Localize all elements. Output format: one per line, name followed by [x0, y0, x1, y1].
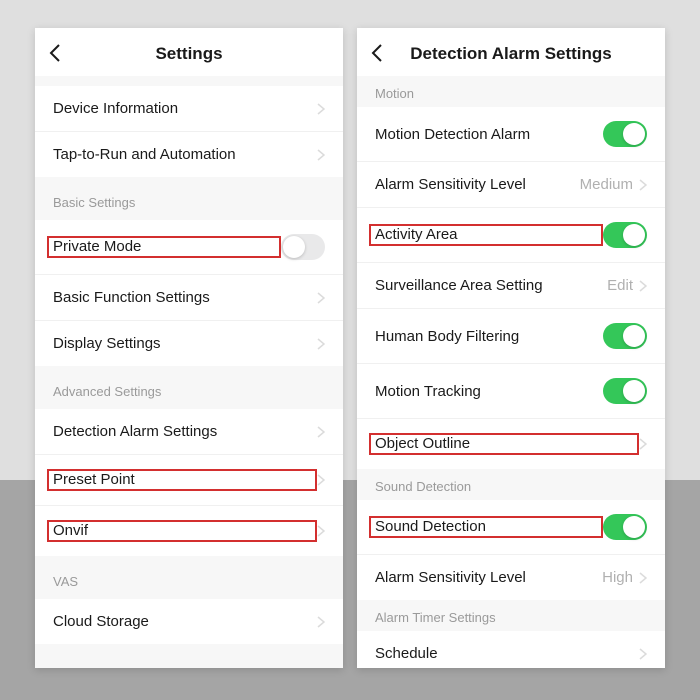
chevron-right-icon [317, 474, 325, 486]
chevron-right-icon [317, 426, 325, 438]
spacer [35, 76, 343, 86]
settings-row[interactable]: Sound Detection [357, 500, 665, 555]
settings-group: Device Information Tap-to-Run and Automat… [35, 86, 343, 177]
row-label: Tap-to-Run and Automation [53, 146, 317, 163]
row-label: Private Mode [47, 236, 281, 258]
section-header: VAS [35, 556, 343, 599]
row-label: Motion Tracking [375, 383, 603, 400]
row-label: Display Settings [53, 335, 317, 352]
row-label: Alarm Sensitivity Level [375, 176, 580, 193]
settings-row[interactable]: Human Body Filtering [357, 309, 665, 364]
row-label: Surveillance Area Setting [375, 277, 607, 294]
section-header: Alarm Timer Settings [357, 600, 665, 631]
row-value: Edit [607, 277, 633, 294]
settings-row[interactable]: Motion Tracking [357, 364, 665, 419]
settings-row[interactable]: Cloud Storage [35, 599, 343, 644]
settings-row[interactable]: Basic Function Settings [35, 275, 343, 321]
settings-row[interactable]: Object Outline [357, 419, 665, 469]
chevron-right-icon [317, 292, 325, 304]
settings-row[interactable]: Onvif [35, 506, 343, 556]
chevron-right-icon [639, 179, 647, 191]
settings-row[interactable]: Device Information [35, 86, 343, 132]
settings-row[interactable]: Alarm Sensitivity LevelHigh [357, 555, 665, 600]
page-title: Detection Alarm Settings [371, 44, 651, 64]
row-label: Human Body Filtering [375, 328, 603, 345]
row-value: High [602, 569, 633, 586]
chevron-right-icon [317, 149, 325, 161]
settings-row[interactable]: Preset Point [35, 455, 343, 506]
toggle-switch[interactable] [281, 234, 325, 260]
settings-row[interactable]: Surveillance Area SettingEdit [357, 263, 665, 309]
row-label: Schedule [375, 645, 639, 662]
chevron-right-icon [317, 525, 325, 537]
settings-screen: Settings Device Information Tap-to-Run an… [35, 28, 343, 668]
toggle-switch[interactable] [603, 514, 647, 540]
settings-row[interactable]: Detection Alarm Settings [35, 409, 343, 455]
settings-row[interactable]: Tap-to-Run and Automation [35, 132, 343, 177]
row-label: Onvif [47, 520, 317, 542]
settings-row[interactable]: Activity Area [357, 208, 665, 263]
section-header: Advanced Settings [35, 366, 343, 409]
toggle-switch[interactable] [603, 378, 647, 404]
section-header: Sound Detection [357, 469, 665, 500]
settings-row[interactable]: Schedule [357, 631, 665, 668]
settings-row[interactable]: Alarm Sensitivity LevelMedium [357, 162, 665, 208]
toggle-switch[interactable] [603, 222, 647, 248]
settings-group: Sound Detection Alarm Sensitivity LevelHi… [357, 500, 665, 600]
header: Settings [35, 28, 343, 76]
section-header: Motion [357, 76, 665, 107]
settings-group: Cloud Storage [35, 599, 343, 644]
row-label: Object Outline [369, 433, 639, 455]
detection-alarm-screen: Detection Alarm Settings MotionMotion De… [357, 28, 665, 668]
row-label: Preset Point [47, 469, 317, 491]
settings-body-right: Motion Motion Detection Alarm Alarm Sensit… [357, 76, 665, 668]
chevron-right-icon [317, 338, 325, 350]
chevron-right-icon [639, 572, 647, 584]
settings-group: Motion Detection Alarm Alarm Sensitivity … [357, 107, 665, 469]
chevron-right-icon [639, 648, 647, 660]
chevron-right-icon [639, 280, 647, 292]
chevron-right-icon [317, 103, 325, 115]
row-label: Motion Detection Alarm [375, 126, 603, 143]
row-label: Sound Detection [369, 516, 603, 538]
row-label: Alarm Sensitivity Level [375, 569, 602, 586]
settings-group: Detection Alarm Settings Preset Point Onvi… [35, 409, 343, 556]
chevron-right-icon [639, 438, 647, 450]
settings-body-left: Device Information Tap-to-Run and Automat… [35, 76, 343, 668]
settings-group: Schedule [357, 631, 665, 668]
settings-row[interactable]: Display Settings [35, 321, 343, 366]
row-label: Device Information [53, 100, 317, 117]
row-label: Basic Function Settings [53, 289, 317, 306]
settings-row[interactable]: Motion Detection Alarm [357, 107, 665, 162]
back-button[interactable] [371, 44, 383, 62]
back-button[interactable] [49, 44, 61, 62]
toggle-switch[interactable] [603, 323, 647, 349]
settings-row[interactable]: Private Mode [35, 220, 343, 275]
section-header: Basic Settings [35, 177, 343, 220]
row-label: Detection Alarm Settings [53, 423, 317, 440]
row-label: Activity Area [369, 224, 603, 246]
header: Detection Alarm Settings [357, 28, 665, 76]
settings-group: Private Mode Basic Function Settings Displ… [35, 220, 343, 366]
row-label: Cloud Storage [53, 613, 317, 630]
chevron-right-icon [317, 616, 325, 628]
page-title: Settings [49, 44, 329, 64]
row-value: Medium [580, 176, 633, 193]
toggle-switch[interactable] [603, 121, 647, 147]
